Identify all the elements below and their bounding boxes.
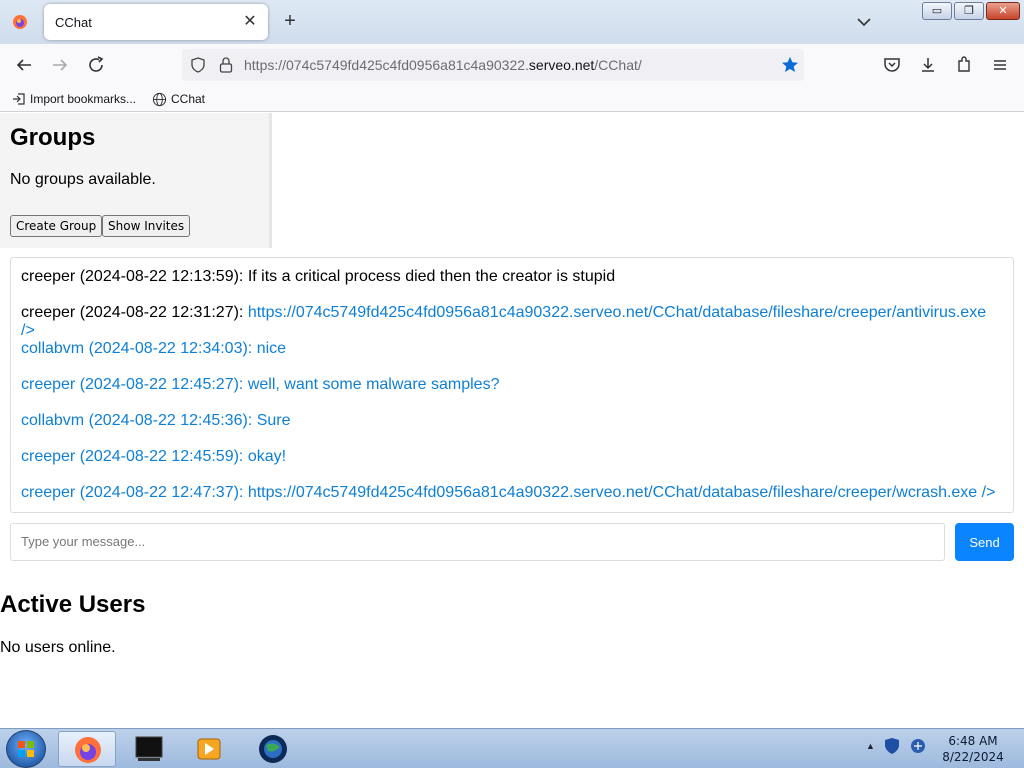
taskbar: ▲ 6:48 AM 8/22/2024: [0, 728, 1024, 768]
url-text[interactable]: https://074c5749fd425c4fd0956a81c4a90322…: [244, 57, 642, 73]
groups-empty-text: No groups available.: [10, 171, 156, 188]
new-tab-button[interactable]: +: [280, 10, 300, 32]
firefox-icon: [75, 737, 101, 763]
bookmark-star-icon[interactable]: [780, 55, 800, 75]
bookmarks-toolbar: Import bookmarks... CChat: [0, 86, 1024, 112]
taskbar-firefox[interactable]: [58, 731, 116, 767]
media-player-icon: [197, 738, 221, 760]
show-hidden-icons-icon[interactable]: ▲: [866, 741, 875, 751]
globe-icon: [259, 735, 287, 763]
window-controls: ▭ ❐ ✕: [922, 2, 1020, 20]
chat-message[interactable]: collabvm (2024-08-22 12:45:36): Sure: [21, 412, 291, 430]
minimize-button[interactable]: ▭: [922, 2, 952, 20]
chat-message: creeper (2024-08-22 12:31:27): https://0…: [21, 304, 1006, 340]
extensions-icon[interactable]: [954, 55, 974, 75]
link-tail[interactable]: />: [21, 322, 35, 339]
reload-icon[interactable]: [86, 55, 106, 75]
bookmark-cchat[interactable]: CChat: [152, 90, 205, 108]
taskbar-clock[interactable]: 6:48 AM 8/22/2024: [940, 733, 1006, 765]
clock-time: 6:48 AM: [948, 734, 998, 748]
chat-message[interactable]: creeper (2024-08-22 12:45:59): okay!: [21, 448, 286, 466]
send-button[interactable]: Send: [955, 523, 1014, 561]
close-window-button[interactable]: ✕: [986, 2, 1020, 20]
message-prefix: creeper (2024-08-22 12:31:27):: [21, 304, 248, 321]
address-bar[interactable]: https://074c5749fd425c4fd0956a81c4a90322…: [182, 49, 804, 81]
groups-title: Groups: [10, 124, 96, 151]
firefox-icon[interactable]: [12, 14, 28, 30]
clock-date: 8/22/2024: [942, 750, 1004, 764]
bookmark-label: Import bookmarks...: [30, 92, 137, 106]
taskbar-media-player[interactable]: [180, 731, 238, 767]
show-invites-button[interactable]: Show Invites: [102, 215, 191, 237]
menu-icon[interactable]: [990, 55, 1010, 75]
download-icon[interactable]: [918, 55, 938, 75]
taskbar-globe-app[interactable]: [244, 731, 302, 767]
url-prefix: https://074c5749fd425c4fd0956a81c4a90322…: [244, 57, 529, 73]
import-icon: [13, 93, 25, 105]
create-group-button[interactable]: Create Group: [10, 215, 103, 237]
back-arrow-icon[interactable]: [14, 55, 34, 75]
browser-titlebar: CChat ✕ + ▭ ❐ ✕: [0, 0, 1024, 44]
lock-icon[interactable]: [218, 56, 234, 74]
system-tray: ▲: [866, 737, 927, 755]
globe-icon: [152, 92, 167, 106]
bookmark-label: CChat: [171, 92, 206, 106]
chevron-down-icon[interactable]: [854, 12, 874, 32]
restore-button[interactable]: ❐: [954, 2, 984, 20]
taskbar-terminal[interactable]: [120, 731, 178, 767]
chat-message[interactable]: creeper (2024-08-22 12:47:37): https://0…: [21, 484, 995, 502]
url-domain: serveo.net: [528, 57, 595, 73]
security-shield-icon[interactable]: [883, 737, 901, 755]
shield-icon[interactable]: [190, 57, 206, 73]
active-users-title: Active Users: [0, 591, 146, 618]
terminal-icon: [135, 736, 163, 761]
network-icon[interactable]: [909, 737, 927, 755]
tab-close-icon[interactable]: ✕: [240, 12, 260, 32]
browser-tab-cchat[interactable]: CChat ✕: [44, 4, 268, 40]
forward-arrow-icon[interactable]: [50, 55, 70, 75]
message-input[interactable]: Type your message...: [10, 523, 945, 561]
chat-message[interactable]: collabvm (2024-08-22 12:34:03): nice: [21, 340, 286, 358]
file-link[interactable]: https://074c5749fd425c4fd0956a81c4a90322…: [248, 304, 986, 321]
start-button[interactable]: [6, 730, 46, 768]
windows-logo-icon: [18, 741, 34, 757]
chat-message[interactable]: creeper (2024-08-22 12:45:27): well, wan…: [21, 376, 499, 394]
tab-title: CChat: [55, 15, 92, 30]
url-path: /CChat/: [594, 57, 642, 73]
chat-message: creeper (2024-08-22 12:13:59): If its a …: [21, 268, 616, 285]
pocket-icon[interactable]: [882, 55, 902, 75]
active-users-empty-text: No users online.: [0, 639, 116, 656]
bookmark-import[interactable]: Import bookmarks...: [12, 90, 136, 108]
browser-navbar: https://074c5749fd425c4fd0956a81c4a90322…: [0, 44, 1024, 86]
chat-messages[interactable]: creeper (2024-08-22 12:13:59): If its a …: [10, 257, 1014, 513]
